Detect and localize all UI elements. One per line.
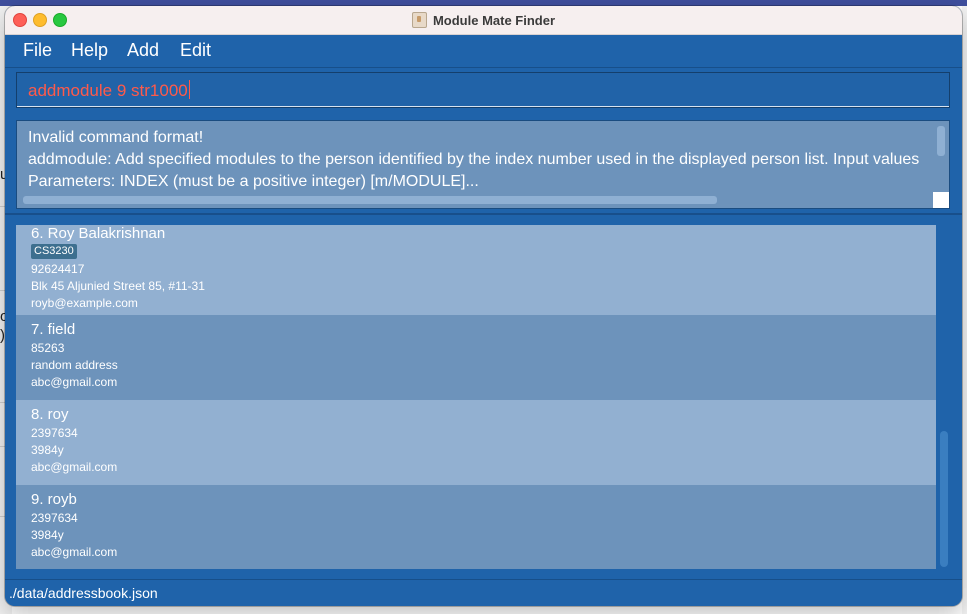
module-tag: CS3230 <box>31 244 77 259</box>
result-horizontal-scrollbar[interactable] <box>17 192 933 208</box>
person-email: royb@example.com <box>31 296 138 310</box>
command-input[interactable]: addmodule 9 str1000 <box>16 72 950 108</box>
person-card[interactable]: 9. royb 2397634 3984y abc@gmail.com <box>16 485 936 569</box>
app-window: Module Mate Finder File Help Add Edit ad… <box>5 6 962 606</box>
result-line: Parameters: INDEX (must be a positive in… <box>28 173 479 190</box>
window-title: Module Mate Finder <box>432 12 556 28</box>
status-bar: ./data/addressbook.json <box>5 580 962 606</box>
person-email: abc@gmail.com <box>31 545 118 559</box>
person-card[interactable]: 6. Roy Balakrishnan CS3230 92624417 Blk … <box>16 225 936 315</box>
person-address: 3984y <box>31 528 64 542</box>
command-value: addmodule 9 str1000 <box>28 81 188 100</box>
person-phone: 85263 <box>31 341 65 355</box>
person-card[interactable]: 7. field 85263 random address abc@gmail.… <box>16 315 936 400</box>
title-bar[interactable]: Module Mate Finder <box>5 6 962 35</box>
person-list-scroll-thumb[interactable] <box>940 431 948 567</box>
menu-help[interactable]: Help <box>71 40 108 61</box>
app-icon <box>411 12 427 28</box>
panel-divider <box>5 213 962 215</box>
command-input-underline <box>17 106 949 107</box>
person-name: 7. field <box>31 321 76 338</box>
menu-bar: File Help Add Edit <box>5 35 962 68</box>
menu-file[interactable]: File <box>23 40 52 61</box>
person-phone: 2397634 <box>31 426 78 440</box>
person-address: Blk 45 Aljunied Street 85, #11-31 <box>31 279 205 293</box>
person-card[interactable]: 8. roy 2397634 3984y abc@gmail.com <box>16 400 936 485</box>
result-line: Invalid command format! <box>28 129 204 146</box>
person-address: random address <box>31 358 118 372</box>
person-list[interactable]: 6. Roy Balakrishnan CS3230 92624417 Blk … <box>16 225 936 569</box>
result-horizontal-scroll-thumb[interactable] <box>23 196 717 204</box>
person-phone: 92624417 <box>31 262 85 276</box>
command-input-text: addmodule 9 str1000 <box>28 80 190 101</box>
person-email: abc@gmail.com <box>31 460 118 474</box>
person-list-scrollbar[interactable] <box>936 225 952 569</box>
result-text: Invalid command format! addmodule: Add s… <box>28 127 928 193</box>
result-vertical-scrollbar[interactable] <box>933 121 949 191</box>
save-file-path: ./data/addressbook.json <box>9 585 158 601</box>
menu-edit[interactable]: Edit <box>180 40 211 61</box>
result-line: addmodule: Add specified modules to the … <box>28 151 920 168</box>
scrollbar-corner <box>933 192 949 208</box>
person-email: abc@gmail.com <box>31 375 118 389</box>
text-caret <box>188 80 190 99</box>
menu-add[interactable]: Add <box>127 40 159 61</box>
person-name: 9. royb <box>31 491 77 508</box>
person-name: 8. roy <box>31 406 69 423</box>
title-container: Module Mate Finder <box>5 6 962 34</box>
result-vertical-scroll-thumb[interactable] <box>937 126 945 156</box>
person-address: 3984y <box>31 443 64 457</box>
person-phone: 2397634 <box>31 511 78 525</box>
background-window-right <box>962 6 967 614</box>
person-name: 6. Roy Balakrishnan <box>31 225 166 242</box>
result-display: Invalid command format! addmodule: Add s… <box>16 120 950 209</box>
